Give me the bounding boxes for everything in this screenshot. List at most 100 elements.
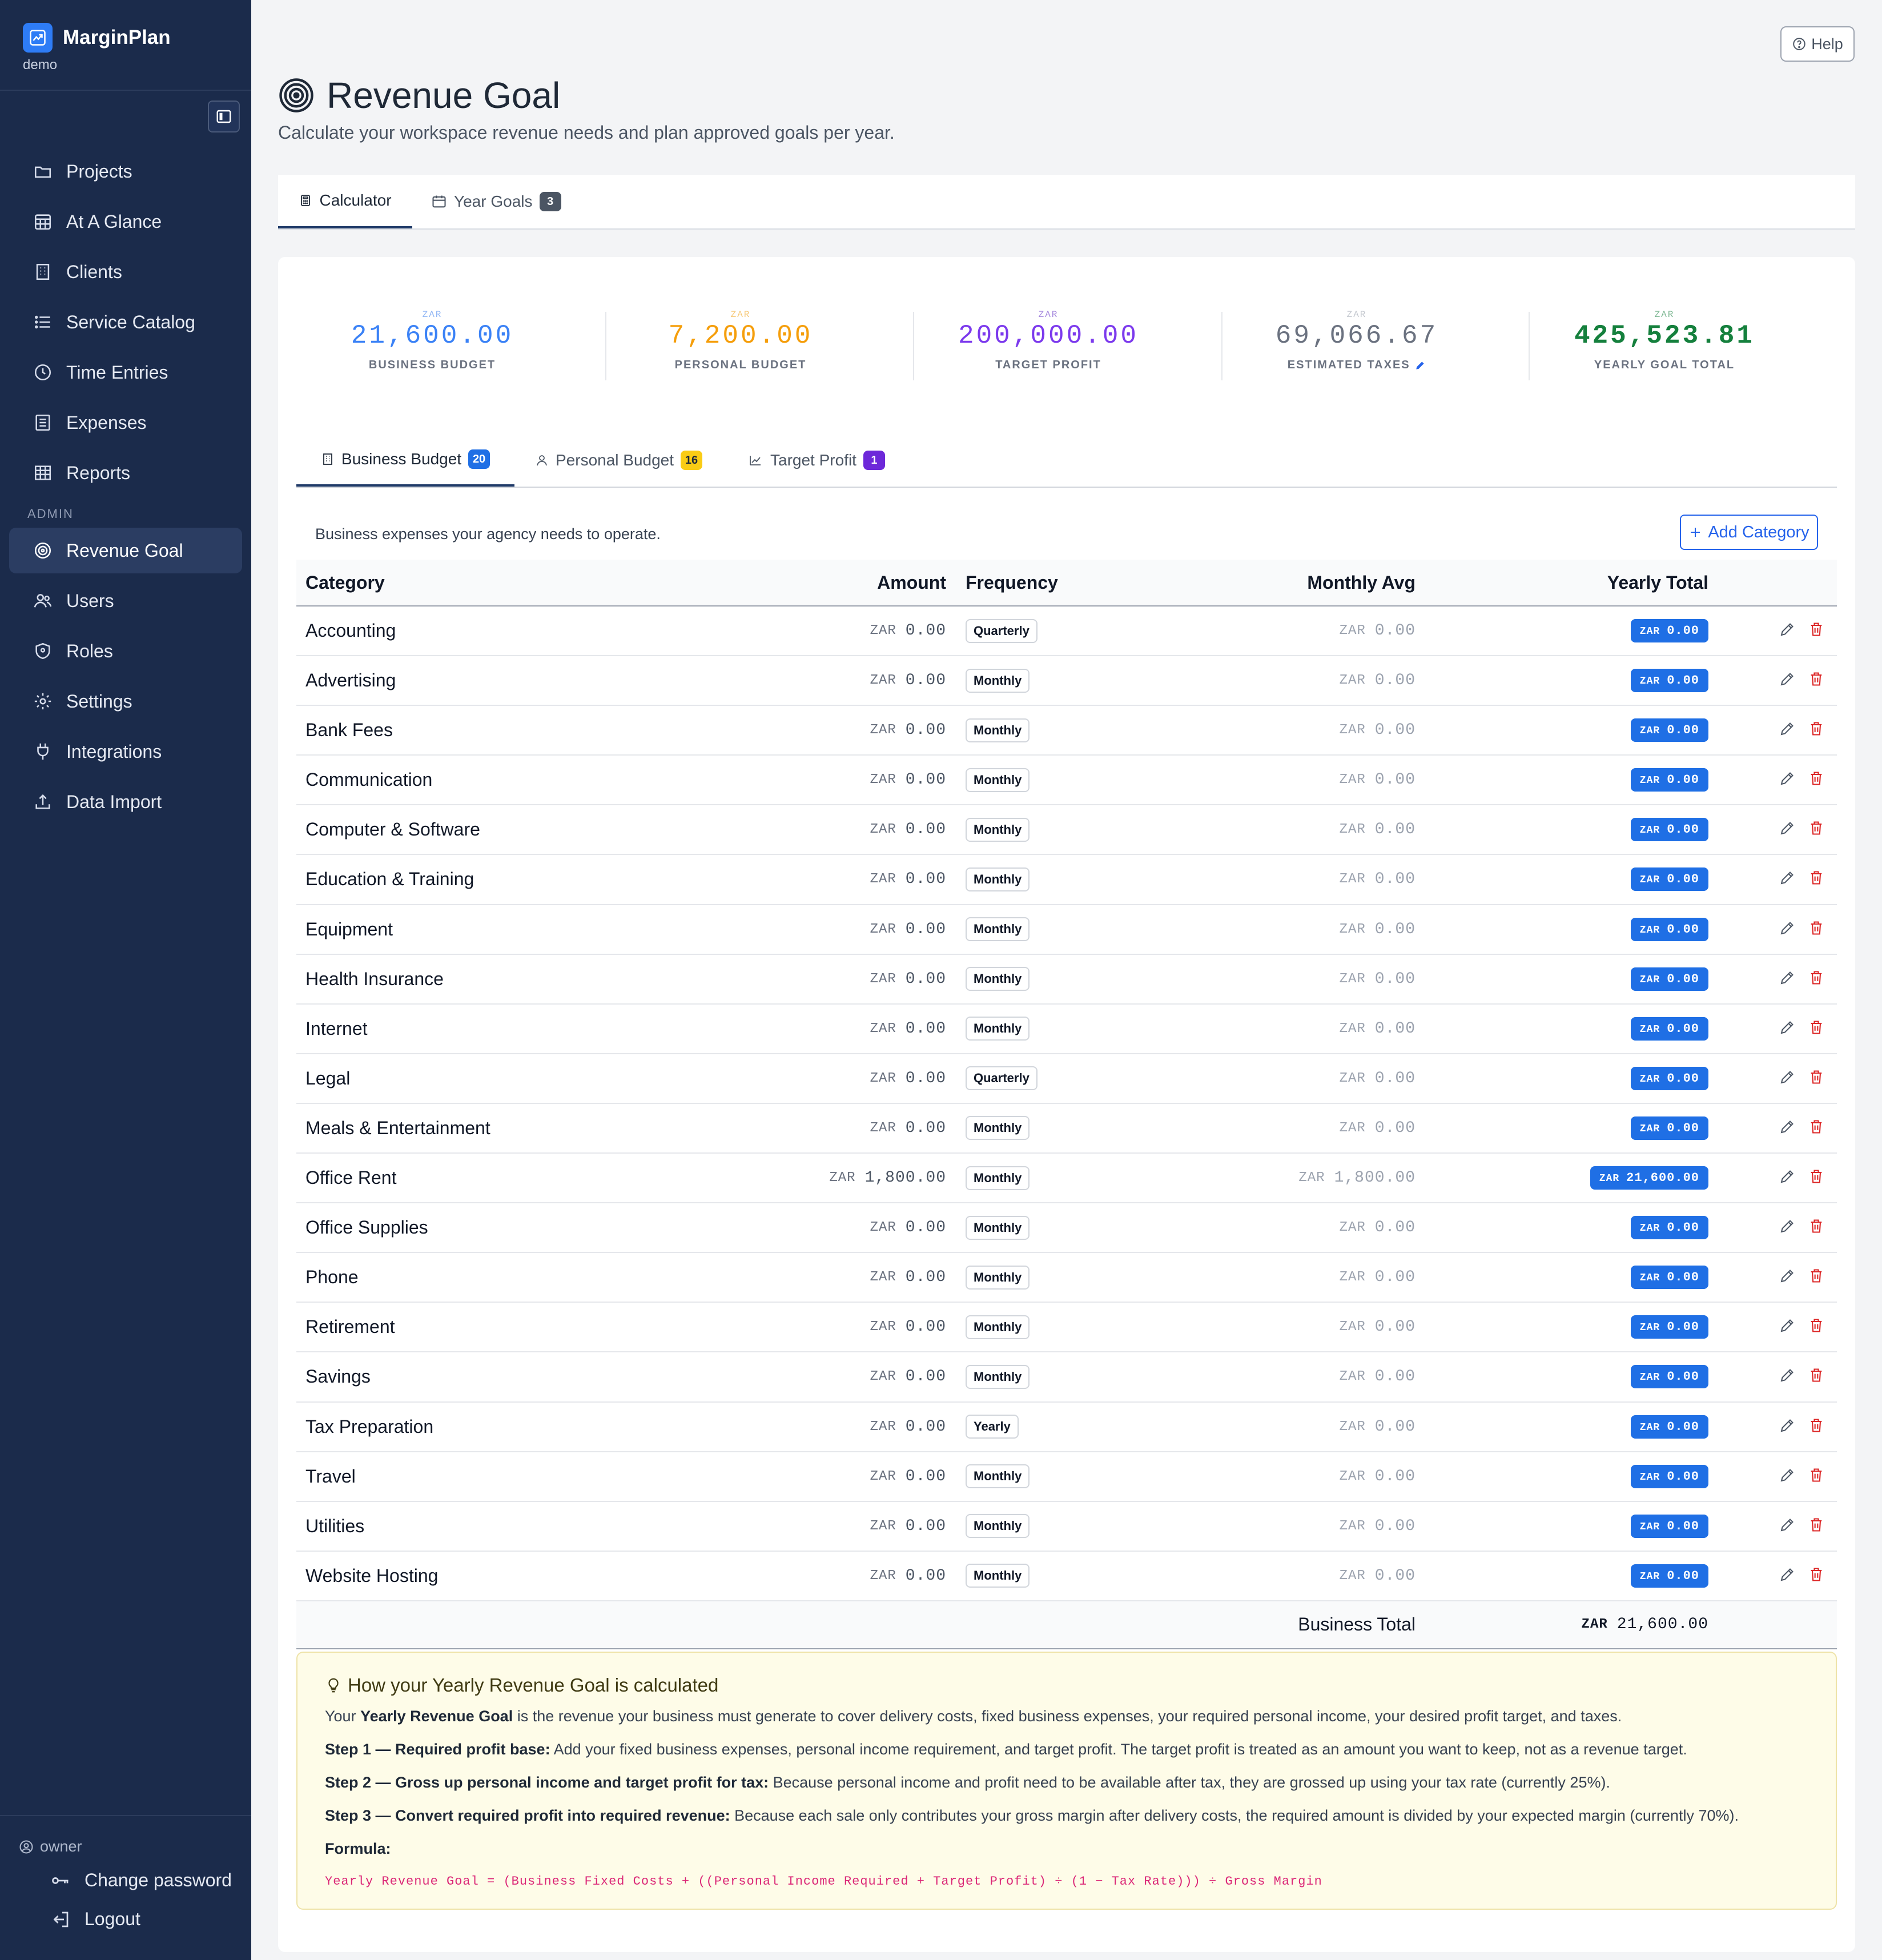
trash-icon[interactable] — [1808, 720, 1824, 740]
sidebar-item-label: Time Entries — [66, 362, 168, 383]
tab-calculator[interactable]: Calculator — [278, 175, 412, 228]
column-category[interactable]: Category — [305, 560, 385, 605]
edit-icon[interactable] — [1779, 670, 1796, 690]
edit-icon[interactable] — [1779, 1168, 1796, 1188]
trash-icon[interactable] — [1808, 1218, 1824, 1238]
sidebar-item-reports[interactable]: Reports — [9, 450, 242, 496]
row-actions — [1779, 1154, 1824, 1202]
trash-icon[interactable] — [1808, 670, 1824, 690]
sidebar-item-roles[interactable]: Roles — [9, 628, 242, 674]
sidebar-item-integrations[interactable]: Integrations — [9, 729, 242, 774]
trash-icon[interactable] — [1808, 1168, 1824, 1188]
amount-value: 0.00 — [905, 1517, 946, 1535]
edit-icon[interactable] — [1779, 919, 1796, 939]
trash-icon[interactable] — [1808, 969, 1824, 989]
brand[interactable]: MarginPlan — [23, 23, 171, 53]
edit-icon[interactable] — [1779, 1516, 1796, 1536]
sidebar-item-service-catalog[interactable]: Service Catalog — [9, 299, 242, 345]
yearly-value: 0.00 — [1667, 1469, 1699, 1484]
change-password-link[interactable]: Change password — [50, 1870, 232, 1891]
monthly-avg-cell: ZAR 0.00 — [1340, 1005, 1415, 1053]
sidebar-item-clients[interactable]: Clients — [9, 249, 242, 295]
sidebar-item-label: Roles — [66, 640, 113, 661]
sidebar-item-time-entries[interactable]: Time Entries — [9, 350, 242, 395]
amount-cell: ZAR 0.00 — [870, 855, 946, 903]
step-title: Step 2 — Gross up personal income and ta… — [325, 1774, 769, 1791]
edit-icon[interactable] — [1779, 820, 1796, 840]
tab-year-goals[interactable]: Year Goals 3 — [431, 175, 561, 228]
trash-icon[interactable] — [1808, 1019, 1824, 1039]
edit-icon[interactable] — [1779, 869, 1796, 889]
trash-icon[interactable] — [1808, 1417, 1824, 1437]
trash-icon[interactable] — [1808, 1317, 1824, 1337]
trash-icon[interactable] — [1808, 1516, 1824, 1536]
trash-icon[interactable] — [1808, 770, 1824, 790]
currency-code: ZAR — [870, 1070, 896, 1086]
stat-value: 200,000.00 — [958, 321, 1139, 351]
trash-icon[interactable] — [1808, 621, 1824, 641]
row-actions — [1779, 1552, 1824, 1600]
add-category-button[interactable]: Add Category — [1680, 515, 1818, 550]
currency-code: ZAR — [870, 1220, 896, 1236]
sidebar-item-revenue-goal[interactable]: Revenue Goal — [9, 528, 242, 573]
edit-icon[interactable] — [1779, 1467, 1796, 1487]
sidebar-item-at-a-glance[interactable]: At A Glance — [9, 199, 242, 244]
edit-icon[interactable] — [1779, 1566, 1796, 1586]
trash-icon[interactable] — [1808, 1467, 1824, 1487]
app-name: MarginPlan — [63, 26, 171, 49]
frequency-badge: Monthly — [966, 817, 1030, 842]
text: is the revenue your business must genera… — [513, 1708, 1622, 1725]
stat-currency: ZAR — [1654, 310, 1675, 320]
tab-target-profit[interactable]: Target Profit 1 — [747, 434, 885, 487]
trash-icon[interactable] — [1808, 1566, 1824, 1586]
tab-personal-budget[interactable]: Personal Budget 16 — [535, 434, 703, 487]
yearly-value: 21,600.00 — [1626, 1171, 1699, 1186]
edit-icon[interactable] — [1779, 1367, 1796, 1387]
logout-link[interactable]: Logout — [50, 1909, 140, 1930]
edit-icon[interactable] — [1779, 1267, 1796, 1287]
edit-icon[interactable] — [1779, 770, 1796, 790]
trash-icon[interactable] — [1808, 919, 1824, 939]
edit-icon[interactable] — [1779, 720, 1796, 740]
trash-icon[interactable] — [1808, 820, 1824, 840]
frequency-cell: Monthly — [966, 1502, 1030, 1551]
edit-icon[interactable] — [1779, 1317, 1796, 1337]
yearly-value: 0.00 — [1667, 971, 1699, 986]
column-amount[interactable]: Amount — [877, 560, 946, 605]
trash-icon[interactable] — [1808, 1118, 1824, 1138]
sidebar-item-settings[interactable]: Settings — [9, 678, 242, 724]
business-description: Business expenses your agency needs to o… — [315, 525, 661, 543]
edit-icon[interactable] — [1779, 1019, 1796, 1039]
tab-label: Personal Budget — [556, 451, 674, 469]
column-monthly-avg[interactable]: Monthly Avg — [1307, 560, 1415, 605]
currency-code: ZAR — [1339, 1070, 1366, 1086]
edit-icon[interactable] — [1779, 1218, 1796, 1238]
list-icon — [32, 311, 54, 333]
trash-icon[interactable] — [1808, 1069, 1824, 1089]
edit-icon[interactable] — [1779, 1417, 1796, 1437]
frequency-cell: Monthly — [966, 805, 1030, 854]
amount-cell: ZAR 0.00 — [870, 1552, 946, 1600]
sidebar-item-expenses[interactable]: Expenses — [9, 400, 242, 445]
edit-icon[interactable] — [1779, 969, 1796, 989]
trash-icon[interactable] — [1808, 1367, 1824, 1387]
edit-icon[interactable] — [1779, 621, 1796, 641]
currency-code: ZAR — [870, 1021, 896, 1037]
edit-icon[interactable] — [1779, 1069, 1796, 1089]
sidebar-item-data-import[interactable]: Data Import — [9, 779, 242, 825]
sidebar-item-projects[interactable]: Projects — [9, 148, 242, 194]
trash-icon[interactable] — [1808, 1267, 1824, 1287]
edit-icon[interactable] — [1779, 1118, 1796, 1138]
help-button[interactable]: Help — [1780, 26, 1855, 62]
trash-icon[interactable] — [1808, 869, 1824, 889]
sidebar-item-label: Expenses — [66, 412, 147, 433]
sidebar-toggle-button[interactable] — [208, 101, 240, 132]
tab-business-budget[interactable]: Business Budget 20 — [296, 434, 514, 487]
edit-tax-icon[interactable] — [1414, 360, 1426, 371]
sidebar-item-users[interactable]: Users — [9, 578, 242, 624]
column-yearly-total[interactable]: Yearly Total — [1607, 560, 1708, 605]
yearly-value: 0.00 — [1667, 822, 1699, 837]
amount-value: 0.00 — [905, 672, 946, 690]
currency-code: ZAR — [1639, 775, 1660, 787]
column-frequency[interactable]: Frequency — [966, 560, 1058, 605]
